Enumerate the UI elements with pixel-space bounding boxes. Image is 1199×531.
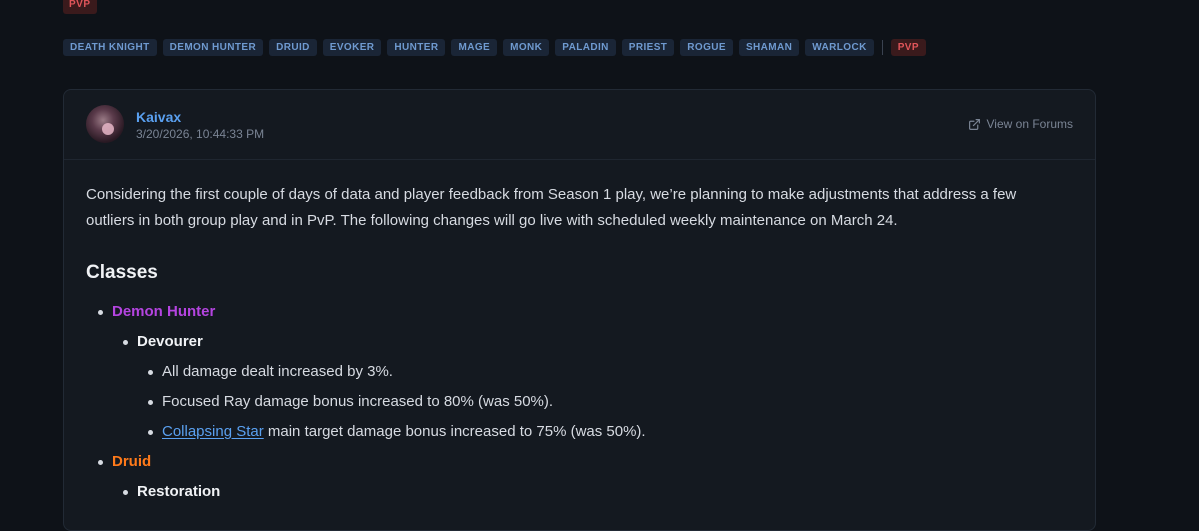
class-name-druid: Druid [112,453,152,470]
spell-link-collapsing-star[interactable]: Collapsing Star [162,422,264,442]
bullet [148,399,153,405]
class-name-demon-hunter: Demon Hunter [112,303,216,320]
change-text: main target damage bonus increased to 75… [263,423,646,440]
tag-evoker[interactable]: EVOKER [322,39,382,56]
list-item-change: Focused Ray damage bonus increased to 80… [148,392,553,412]
intro-line-2: outliers in both group play and in PvP. … [86,212,898,229]
bullet [123,339,128,345]
list-item-druid: Druid [98,452,151,472]
post-timestamp: 3/20/2026, 10:44:33 PM [136,127,265,141]
list-item-restoration: Restoration [123,482,220,502]
avatar [86,105,124,143]
tag-mage[interactable]: MAGE [451,39,498,56]
tag-death-knight[interactable]: DEATH KNIGHT [63,39,157,56]
tag-priest[interactable]: PRIEST [621,39,675,56]
tag-rogue[interactable]: ROGUE [680,39,733,56]
tag-divider [881,40,883,55]
list-item-change: All damage dealt increased by 3%. [148,362,393,382]
class-tag-row: DEATH KNIGHT DEMON HUNTER DRUID EVOKER H… [63,39,926,56]
bullet [98,309,103,315]
spec-name-restoration: Restoration [137,483,221,500]
tag-hunter[interactable]: HUNTER [387,39,446,56]
post-card: Kaivax 3/20/2026, 10:44:33 PM View on Fo… [63,89,1096,531]
external-link-icon [968,118,980,130]
section-heading-classes: Classes [86,262,158,283]
list-item-change: Collapsing Star main target damage bonus… [148,422,646,442]
view-on-forums-label: View on Forums [986,117,1073,131]
tag-paladin[interactable]: PALADIN [555,39,616,56]
view-on-forums-link[interactable]: View on Forums [968,117,1073,131]
tag-warlock[interactable]: WARLOCK [805,39,874,56]
bullet [98,459,103,465]
post-header: Kaivax 3/20/2026, 10:44:33 PM View on Fo… [64,90,1095,160]
bullet [148,429,153,435]
author-name[interactable]: Kaivax [136,109,181,125]
post-intro: Considering the first couple of days of … [86,182,1055,234]
spec-name-devourer: Devourer [137,333,203,350]
change-text: All damage dealt increased by 3%. [162,363,393,380]
list-item-demon-hunter: Demon Hunter [98,302,215,322]
tag-demon-hunter[interactable]: DEMON HUNTER [162,39,264,56]
change-text: Focused Ray damage bonus increased to 80… [162,393,554,410]
tag-pvp[interactable]: PVP [890,39,926,56]
tag-druid[interactable]: DRUID [269,39,317,56]
pvp-tag-top[interactable]: PVP [63,0,97,14]
bullet [148,369,153,375]
tag-monk[interactable]: MONK [503,39,550,56]
intro-line-1: Considering the first couple of days of … [86,186,1017,203]
list-item-devourer: Devourer [123,332,203,352]
tag-shaman[interactable]: SHAMAN [738,39,800,56]
bullet [123,489,128,495]
